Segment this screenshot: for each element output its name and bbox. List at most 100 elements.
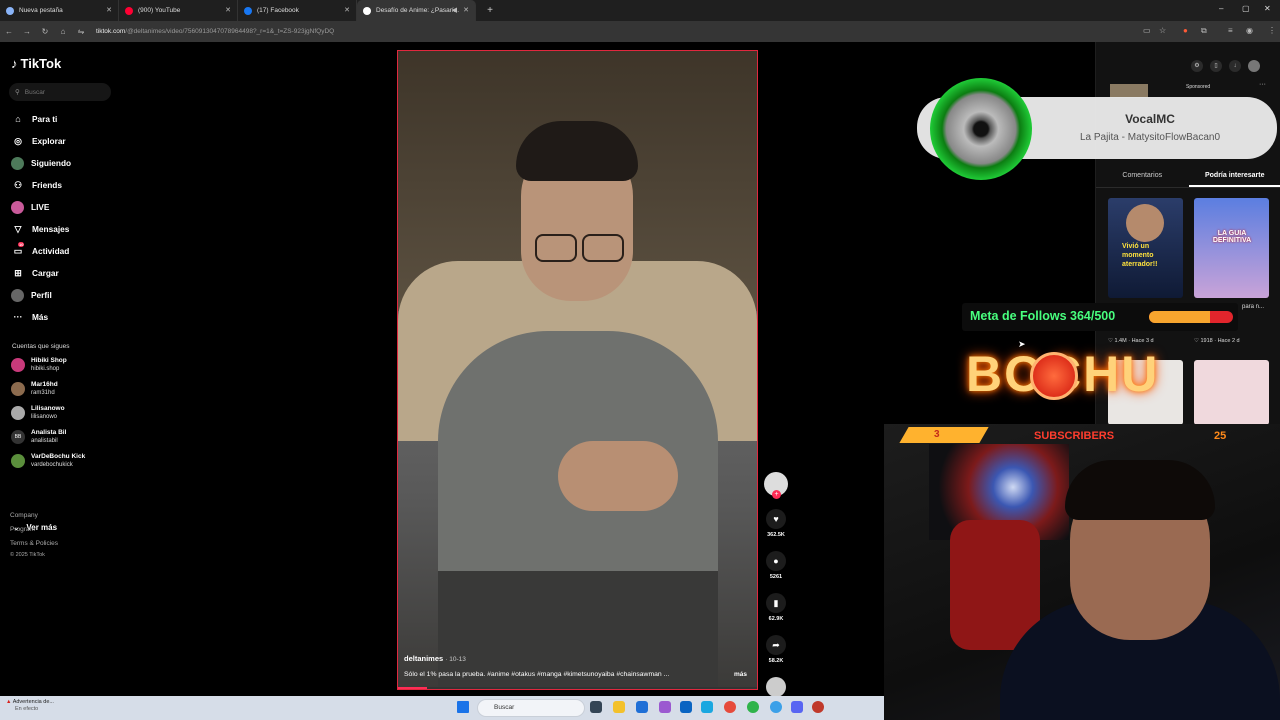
windows-taskbar: ▲ Advertencia de... En efecto Buscar (0, 696, 884, 720)
tab-facebook[interactable]: (17) Facebook ✕ (238, 0, 357, 21)
follow-plus-icon[interactable]: + (772, 490, 781, 499)
new-tab-button[interactable]: + (482, 5, 498, 16)
share-button[interactable]: ➦ 58.2K (762, 635, 790, 664)
more-icon[interactable]: ··· (1259, 81, 1266, 88)
nav-perfil[interactable]: Perfil (11, 288, 52, 302)
tab-podria-interesarte[interactable]: Podría interesarte (1188, 168, 1280, 187)
download-icon[interactable]: ↓ (1229, 60, 1241, 72)
subscriber-goal: 25 (1214, 430, 1227, 442)
windows-start-icon[interactable] (457, 701, 469, 713)
obs-icon[interactable] (812, 701, 824, 713)
nav-explorar[interactable]: ◎ Explorar (11, 134, 66, 148)
settings-icon[interactable]: ⚙ (1191, 60, 1203, 72)
nav-mas[interactable]: ··· Más (11, 310, 49, 324)
glasses-lens (582, 234, 624, 262)
video-stats: ♡ 1918 · Hace 2 d (1194, 338, 1240, 344)
forward-icon[interactable]: → (18, 27, 36, 36)
search-box[interactable]: ⚲ (9, 83, 111, 101)
cast-icon[interactable]: ▭ (1143, 26, 1151, 35)
video-progress-bar[interactable] (398, 687, 757, 689)
following-item[interactable]: Mar16hd ram31hd (11, 381, 58, 397)
nav-friends[interactable]: ⚇ Friends (11, 178, 62, 192)
nav-siguiendo[interactable]: Siguiendo (11, 156, 71, 170)
avatar[interactable] (1248, 60, 1260, 72)
discord-icon[interactable] (791, 701, 803, 713)
site-info-icon[interactable]: ⇋ (72, 27, 90, 36)
close-icon[interactable]: ✕ (463, 6, 469, 14)
recommended-video[interactable]: Vivió un momento aterrador!! (1108, 198, 1183, 298)
video-person-hair (516, 121, 638, 181)
nav-live[interactable]: LIVE (11, 200, 49, 214)
chrome-icon[interactable] (747, 701, 759, 713)
tab-comentarios[interactable]: Comentarios (1096, 168, 1189, 187)
app-icon[interactable] (659, 701, 671, 713)
following-item[interactable]: VarDeBochu Kick vardebochukick (11, 453, 85, 469)
tiktok-note-icon: ♪ (11, 56, 18, 71)
outlook-icon[interactable] (680, 701, 692, 713)
minimize-button[interactable]: – (1219, 4, 1223, 13)
caption-more-button[interactable]: más (734, 671, 747, 678)
video-stats: ♡ 1.4M · Hace 3 d (1108, 338, 1154, 344)
url-field[interactable]: tiktok.com/@deltanimes/video/75609130470… (96, 28, 334, 35)
store-icon[interactable] (636, 701, 648, 713)
app-icon[interactable] (770, 701, 782, 713)
share-icon: ➦ (766, 635, 786, 655)
sound-button[interactable] (762, 677, 790, 697)
nav-para-ti[interactable]: ⌂ Para ti (11, 112, 57, 126)
following-item[interactable]: BB Analista Bil analistabil (11, 429, 66, 445)
close-icon[interactable]: ✕ (106, 6, 112, 14)
panel-tabs: Comentarios Podría interesarte (1096, 168, 1280, 188)
bookmarks-icon[interactable]: ≡ (1228, 26, 1233, 35)
footer-link[interactable]: Program (10, 526, 35, 533)
tab-new-tab[interactable]: Nueva pestaña ✕ (0, 0, 119, 21)
avatar (11, 382, 25, 396)
recommended-video[interactable]: LA GUIA DEFINITIVA (1194, 198, 1269, 298)
footer-link[interactable]: Company (10, 512, 38, 519)
back-icon[interactable]: ← (0, 27, 18, 36)
taskbar-search[interactable]: Buscar (477, 699, 585, 717)
tiktok-logo[interactable]: ♪ TikTok (11, 56, 61, 71)
subscriber-count-tag (899, 427, 989, 443)
close-icon[interactable]: ✕ (344, 6, 350, 14)
file-explorer-icon[interactable] (613, 701, 625, 713)
ad-thumbnail[interactable] (1110, 84, 1148, 98)
search-input[interactable] (24, 88, 105, 96)
menu-icon[interactable]: ⋮ (1268, 26, 1276, 35)
video-player[interactable]: deltanimes · 10-13 Sólo el 1% pasa la pr… (397, 50, 758, 690)
star-icon[interactable]: ☆ (1159, 26, 1166, 35)
tab-youtube[interactable]: (900) YouTube ✕ (119, 0, 238, 21)
footer-link[interactable]: Terms & Policies (10, 540, 58, 547)
avatar (11, 288, 24, 302)
weather-widget[interactable]: ▲ Advertencia de... En efecto (6, 699, 54, 713)
nav-cargar[interactable]: ⊞ Cargar (11, 266, 59, 280)
warning-icon: ▲ (6, 699, 12, 705)
profile-icon[interactable]: ◉ (1246, 26, 1253, 35)
following-item[interactable]: Hibiki Shop hibiki.shop (11, 357, 67, 373)
close-window-button[interactable]: ✕ (1264, 4, 1271, 13)
like-button[interactable]: ♥ 362.5K (762, 509, 790, 538)
speaker-icon[interactable]: ◀ (452, 6, 457, 14)
extension-icon[interactable]: ● (1183, 26, 1188, 35)
tiktok-sidebar: ♪TikTok ⚲ ⌂Para ti ◎Explorar Siguiendo ⚇… (0, 42, 130, 696)
edge-icon[interactable] (701, 701, 713, 713)
taskview-icon[interactable] (590, 701, 602, 713)
chrome-icon[interactable] (724, 701, 736, 713)
chrome-icon (6, 6, 14, 15)
video-username[interactable]: deltanimes · 10-13 (404, 654, 466, 663)
home-icon[interactable]: ⌂ (54, 27, 72, 36)
maximize-button[interactable]: ▢ (1242, 4, 1250, 13)
avatar (11, 454, 25, 468)
device-icon[interactable]: ▯ (1210, 60, 1222, 72)
activity-badge: 10 (18, 241, 25, 247)
nav-actividad[interactable]: ▭ 10 Actividad (11, 241, 69, 258)
reload-icon[interactable]: ↻ (36, 27, 54, 36)
tab-tiktok[interactable]: Desafío de Anime: ¿Pasarí... ◀ ✕ (357, 0, 476, 21)
extensions-icon[interactable]: ⧉ (1201, 26, 1207, 36)
creator-avatar[interactable]: + (764, 472, 788, 499)
subscriber-count: 3 (934, 429, 940, 440)
save-button[interactable]: ▮ 62.9K (762, 593, 790, 622)
nav-mensajes[interactable]: ▽ Mensajes (11, 222, 70, 236)
following-item[interactable]: Lilisanowo lilisanowo (11, 405, 65, 421)
close-icon[interactable]: ✕ (225, 6, 231, 14)
comment-button[interactable]: ● 5261 (762, 551, 790, 580)
